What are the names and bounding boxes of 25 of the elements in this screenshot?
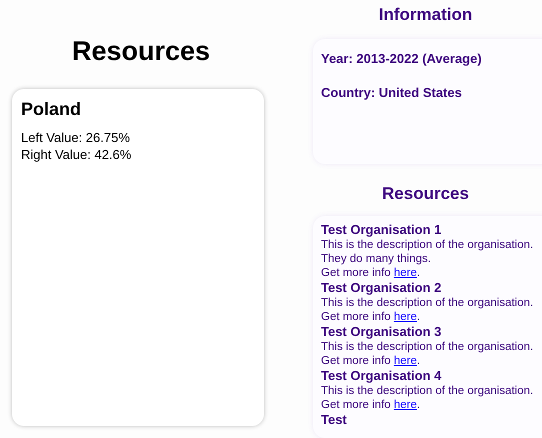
more-info-text: Get more info here. — [321, 310, 420, 324]
organisation-description: This is the description of the organisation. — [321, 296, 534, 310]
country-name: Poland — [21, 99, 82, 120]
info-link[interactable]: here — [394, 398, 417, 411]
organisation-name: Test — [321, 412, 347, 427]
value-text: Right Value: 42.6% — [21, 146, 132, 163]
more-info-text: Get more info here. — [321, 266, 420, 280]
organisation-description: This is the description of the organisation. They do many things. — [321, 238, 534, 266]
more-info-text: Get more info here. — [321, 398, 420, 412]
section-heading: Resources — [382, 184, 469, 204]
info-text: Year: 2013-2022 (Average) — [321, 51, 482, 66]
more-info-text: Get more info here. — [321, 354, 420, 368]
section-heading: Information — [378, 5, 472, 25]
organisation-name: Test Organisation 2 — [321, 280, 442, 295]
info-link[interactable]: here — [394, 354, 417, 367]
organisation-description: This is the description of the organisation. — [321, 384, 534, 398]
organisation-name: Test Organisation 4 — [321, 368, 442, 383]
value-text: Left Value: 26.75% — [21, 129, 130, 146]
info-text: Country: United States — [321, 85, 462, 100]
organisation-description: This is the description of the organisation. — [321, 340, 534, 354]
organisation-name: Test Organisation 3 — [321, 324, 442, 339]
info-link[interactable]: here — [394, 310, 417, 323]
organisation-name: Test Organisation 1 — [321, 222, 442, 237]
info-link[interactable]: here — [394, 266, 417, 279]
page-heading: Resources — [72, 36, 210, 67]
